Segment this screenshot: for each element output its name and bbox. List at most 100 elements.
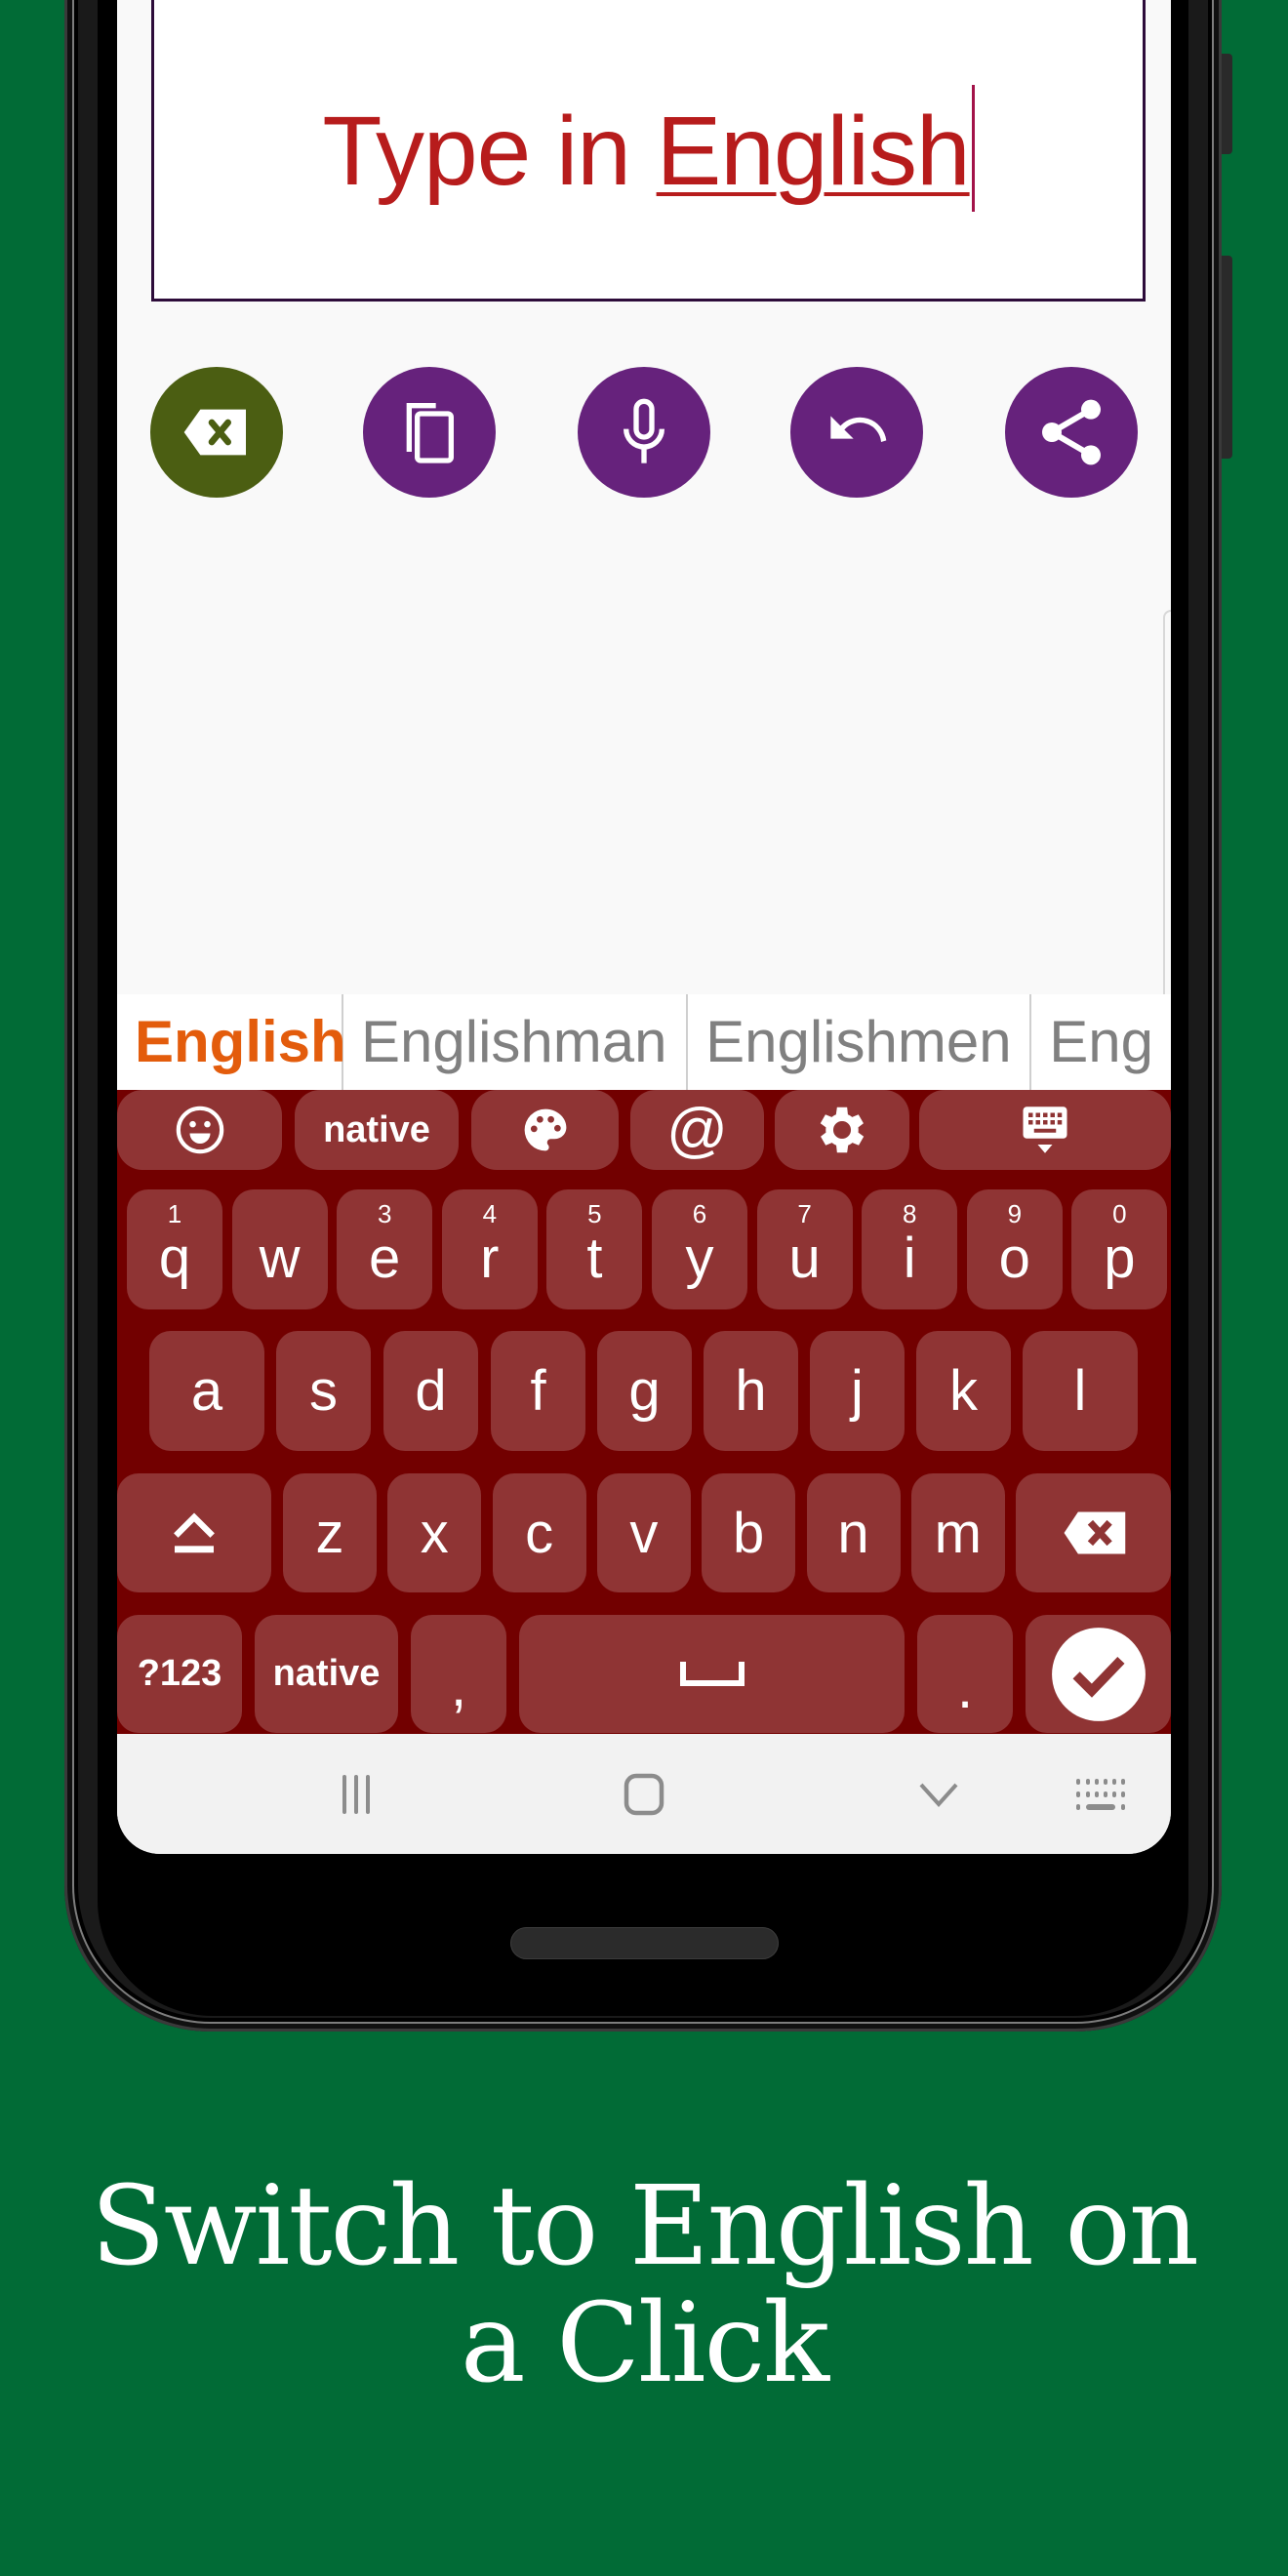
editor-text-plain: Type in [322,97,657,206]
recents-button[interactable] [327,1767,385,1822]
key-c[interactable]: c [492,1473,586,1592]
key-number-hint: 5 [587,1199,602,1228]
key-label: w [259,1227,301,1290]
key-m[interactable]: m [910,1473,1005,1592]
key-number-hint: 1 [167,1199,182,1228]
key-i[interactable]: 8i [862,1189,958,1309]
share-icon [1042,399,1101,465]
text-editor[interactable]: Type in English [151,0,1146,302]
share-button[interactable] [1005,367,1138,498]
keyboard-icon [1076,1779,1125,1810]
key-label: d [415,1359,447,1423]
key-label: a [190,1359,223,1423]
shift-key[interactable] [117,1473,271,1592]
key-y[interactable]: 6y [652,1189,747,1309]
promo-caption: Switch to English on a Click [59,2168,1229,2402]
key-label: x [420,1501,449,1565]
key-p[interactable]: 0p [1071,1189,1168,1309]
key-label: f [530,1359,546,1423]
key-label: i [903,1227,916,1290]
at-key[interactable]: @ [630,1090,764,1170]
action-buttons [150,367,1146,498]
key-label: z [315,1501,344,1565]
key-label: o [998,1227,1030,1290]
key-s[interactable]: s [276,1331,371,1451]
key-label: q [158,1227,191,1290]
gear-icon [820,1107,865,1153]
emoji-icon [176,1106,223,1154]
space-key[interactable] [519,1615,905,1733]
keyboard-switch-button[interactable] [1071,1767,1130,1822]
key-b[interactable]: b [702,1473,796,1592]
key-t[interactable]: 5t [546,1189,643,1309]
key-number-hint: 0 [1112,1199,1127,1228]
suggestion-item[interactable]: Englishman [343,994,689,1090]
key-k[interactable]: k [916,1331,1011,1451]
hide-keyboard-key[interactable] [919,1090,1171,1170]
key-r[interactable]: 4r [441,1189,538,1309]
key-n[interactable]: n [806,1473,901,1592]
system-nav-bar [117,1734,1171,1854]
suggestion-item[interactable]: Eng [1031,994,1171,1090]
key-number-hint: 7 [797,1199,812,1228]
theme-key[interactable] [471,1090,619,1170]
key-l[interactable]: l [1023,1331,1138,1451]
native-key-label: native [323,1108,430,1150]
period-key[interactable]: . [917,1615,1013,1733]
comma-key[interactable]: , [411,1615,506,1733]
editor-text-composing: English [656,97,971,206]
native-key[interactable]: native [255,1615,398,1733]
back-button[interactable] [909,1767,968,1822]
symbols-key[interactable]: ?123 [117,1615,242,1733]
key-a[interactable]: a [149,1331,264,1451]
key-z[interactable]: z [283,1473,377,1592]
key-e[interactable]: 3e [337,1189,433,1309]
key-d[interactable]: d [383,1331,478,1451]
key-number-hint: 9 [1007,1199,1023,1228]
key-x[interactable]: x [387,1473,482,1592]
symbols-key-label: ?123 [137,1653,222,1694]
key-g[interactable]: g [597,1331,692,1451]
chevron-down-icon [919,1783,958,1807]
editor-text: Type in English [154,85,1143,212]
key-label: c [525,1501,554,1565]
voice-input-button[interactable] [578,367,710,498]
key-h[interactable]: h [704,1331,798,1451]
emoji-key[interactable] [117,1090,282,1170]
speaker-grille [510,1927,779,1959]
keyboard: native @ 1qw3e4r5t6y7u8i9o0p asdfghjkl z… [117,1090,1171,1734]
microphone-icon [624,398,664,463]
backspace-icon [1064,1511,1125,1554]
key-label: h [735,1359,767,1423]
period-key-label: . [956,1657,974,1720]
key-number-hint: 4 [482,1199,498,1228]
key-v[interactable]: v [596,1473,691,1592]
suggestion-item[interactable]: English [117,994,346,1090]
key-label: j [851,1359,864,1423]
native-language-key[interactable]: native [295,1090,459,1170]
undo-button[interactable] [790,367,923,498]
text-caret [971,85,975,212]
key-q[interactable]: 1q [127,1189,222,1309]
key-u[interactable]: 7u [756,1189,853,1309]
key-j[interactable]: j [810,1331,905,1451]
key-number-hint: 6 [692,1199,707,1228]
key-f[interactable]: f [491,1331,585,1451]
power-button [1222,256,1232,459]
palette-icon [524,1108,566,1151]
backspace-key[interactable] [1016,1473,1171,1592]
enter-key[interactable] [1026,1615,1171,1733]
settings-key[interactable] [775,1090,909,1170]
suggestion-item[interactable]: Englishmen [688,994,1032,1090]
home-button[interactable] [615,1767,673,1822]
key-w[interactable]: w [231,1189,328,1309]
volume-button [1222,54,1232,154]
copy-button[interactable] [363,367,496,498]
clear-button[interactable] [150,367,283,498]
scrollbar[interactable] [1163,610,1171,1010]
home-icon [624,1773,664,1816]
key-o[interactable]: 9o [966,1189,1063,1309]
keyboard-hide-icon [1023,1107,1067,1153]
key-label: b [733,1501,765,1565]
shift-icon [174,1512,215,1553]
